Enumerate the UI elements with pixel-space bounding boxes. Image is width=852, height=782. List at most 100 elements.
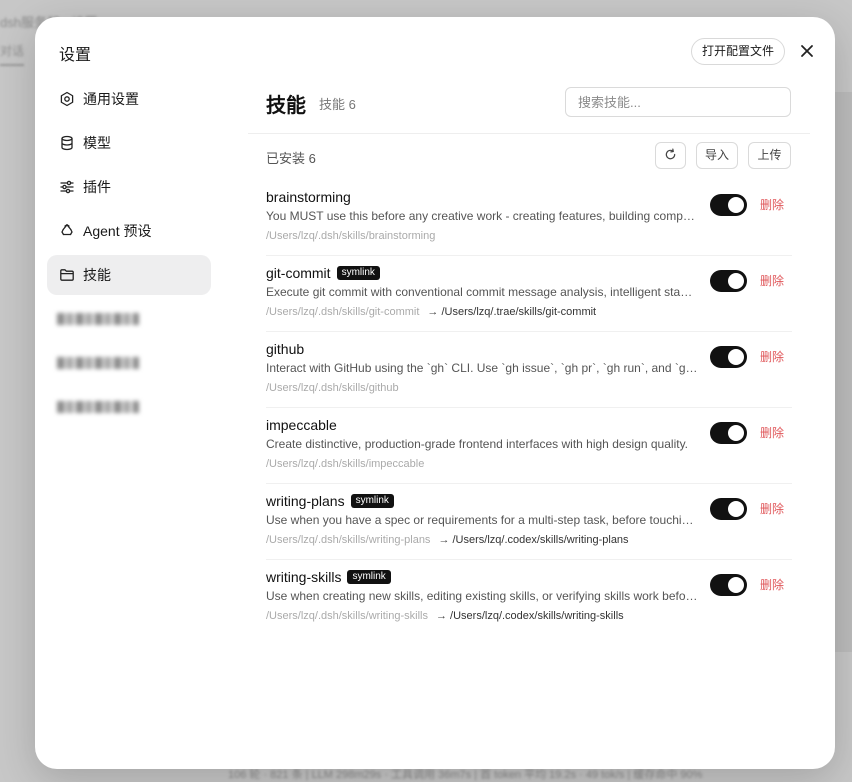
skill-description: Use when you have a spec or requirements… (266, 513, 698, 527)
toggle-knob (728, 577, 744, 593)
skill-enabled-toggle[interactable] (710, 270, 747, 292)
sidebar-item-agent-presets[interactable]: Agent 预设 (47, 211, 211, 251)
skill-enabled-toggle[interactable] (710, 346, 747, 368)
skill-name: brainstorming (266, 189, 351, 205)
skill-row: brainstorming You MUST use this before a… (266, 180, 792, 256)
skill-path: /Users/lzq/.dsh/skills/impeccable (266, 458, 424, 470)
sidebar-item-redacted[interactable] (47, 299, 211, 339)
symlink-target: /Users/lzq/.codex/skills/writing-skills (450, 610, 624, 622)
skill-name-text: writing-plans (266, 493, 345, 509)
toggle-knob (728, 501, 744, 517)
skill-path: /Users/lzq/.dsh/skills/brainstorming (266, 230, 435, 242)
skill-name-text: brainstorming (266, 189, 351, 205)
skill-name: github (266, 341, 304, 357)
skill-enabled-toggle[interactable] (710, 422, 747, 444)
symlink-badge: symlink (347, 570, 391, 584)
skill-name: writing-plans symlink (266, 493, 394, 509)
sidebar-item-skills[interactable]: 技能 (47, 255, 211, 295)
redacted-label (57, 401, 139, 413)
skill-row: git-commit symlink Execute git commit wit… (266, 256, 792, 332)
skill-name-text: github (266, 341, 305, 357)
skill-enabled-toggle[interactable] (710, 498, 747, 520)
skill-path-text: /Users/lzq/.dsh/skills/brainstorming (266, 230, 436, 242)
skill-path-text: /Users/lzq/.dsh/skills/writing-skills (266, 610, 428, 622)
search-skills-input[interactable] (565, 87, 791, 117)
skill-path: /Users/lzq/.dsh/skills/github (266, 382, 399, 394)
refresh-icon (665, 148, 676, 160)
open-config-button[interactable]: 打开配置文件 (691, 38, 786, 65)
skill-description: Execute git commit with conventional com… (266, 285, 698, 299)
settings-sidebar: 通用设置 模型 插件 Agent 预设 技能 (47, 79, 211, 431)
toggle-knob (728, 197, 744, 213)
skill-name: git-commit symlink (266, 265, 380, 281)
delete-skill-button[interactable]: 删除 (760, 196, 784, 213)
redacted-label (57, 313, 139, 325)
symlink-target: /Users/lzq/.trae/skills/git-commit (441, 306, 597, 318)
installed-count: 已安装 6 (266, 151, 316, 166)
skill-path-text: /Users/lzq/.dsh/skills/writing-plans (266, 534, 431, 546)
skill-row: impeccable Create distinctive, productio… (266, 408, 792, 484)
skill-enabled-toggle[interactable] (710, 574, 747, 596)
toggle-knob (728, 425, 744, 441)
background-tab-indicator (0, 64, 24, 66)
sliders-icon (59, 179, 75, 195)
background-tab: 对话 (0, 44, 25, 58)
skill-enabled-toggle[interactable] (710, 194, 747, 216)
skill-path: /Users/lzq/.dsh/skills/writing-plans → /U… (266, 534, 629, 546)
skill-row: writing-skills symlink Use when creating … (266, 560, 792, 636)
sidebar-item-plugins[interactable]: 插件 (47, 167, 211, 207)
sidebar-item-redacted[interactable] (47, 387, 211, 427)
header-divider (248, 133, 810, 134)
settings-modal: 设置 打开配置文件 通用设置 模型 插件 Agent 预设 技能 技能 技能 6… (35, 17, 835, 769)
skill-name-text: git-commit (266, 265, 331, 281)
database-icon (59, 135, 75, 151)
sidebar-item-label: 模型 (83, 135, 111, 151)
background-right-panel (834, 92, 852, 652)
delete-skill-button[interactable]: 删除 (760, 348, 784, 365)
arrow-right-icon: → (438, 534, 453, 546)
skill-name: writing-skills symlink (266, 569, 391, 585)
skill-description: Create distinctive, production-grade fro… (266, 437, 689, 451)
sidebar-item-label: 插件 (83, 179, 111, 195)
skill-description: You MUST use this before any creative wo… (266, 209, 698, 223)
arrow-right-icon: → (427, 306, 442, 318)
skill-name-text: writing-skills (266, 569, 342, 585)
delete-skill-button[interactable]: 删除 (760, 500, 784, 517)
skill-description: Interact with GitHub using the `gh` CLI.… (266, 361, 698, 375)
symlink-badge: symlink (350, 494, 394, 508)
sidebar-item-label: Agent 预设 (83, 223, 152, 239)
import-button[interactable]: 导入 (696, 142, 738, 169)
skill-path-text: /Users/lzq/.dsh/skills/github (266, 382, 399, 394)
modal-title: 设置 (59, 47, 92, 64)
recycle-icon (59, 223, 75, 239)
page-title: 技能 (266, 95, 306, 117)
skill-path: /Users/lzq/.dsh/skills/git-commit → /User… (266, 306, 596, 318)
close-icon[interactable] (797, 41, 817, 61)
folder-icon (59, 267, 75, 283)
arrow-right-icon: → (435, 610, 451, 622)
skill-description: Use when creating new skills, editing ex… (266, 589, 698, 603)
delete-skill-button[interactable]: 删除 (760, 576, 784, 593)
skill-list: brainstorming You MUST use this before a… (266, 180, 792, 636)
skill-row: writing-plans symlink Use when you have a… (266, 484, 792, 560)
gear-icon (59, 91, 75, 107)
skill-name: impeccable (266, 417, 337, 433)
sidebar-item-general[interactable]: 通用设置 (47, 79, 211, 119)
skill-count: 技能 6 (319, 97, 356, 112)
sidebar-item-models[interactable]: 模型 (47, 123, 211, 163)
sidebar-item-redacted[interactable] (47, 343, 211, 383)
skill-row: github Interact with GitHub using the `g… (266, 332, 792, 408)
upload-button[interactable]: 上传 (748, 142, 791, 169)
skill-path: /Users/lzq/.dsh/skills/writing-skills → /… (266, 610, 624, 622)
symlink-target: /Users/lzq/.codex/skills/writing-plans (452, 534, 629, 546)
skill-name-text: impeccable (266, 417, 337, 433)
sidebar-item-label: 通用设置 (83, 91, 139, 107)
delete-skill-button[interactable]: 删除 (760, 424, 784, 441)
toggle-knob (728, 273, 744, 289)
symlink-badge: symlink (336, 266, 380, 280)
delete-skill-button[interactable]: 删除 (760, 272, 784, 289)
toggle-knob (728, 349, 744, 365)
skill-path-text: /Users/lzq/.dsh/skills/impeccable (266, 458, 425, 470)
refresh-button[interactable] (655, 142, 686, 169)
redacted-label (57, 357, 139, 369)
